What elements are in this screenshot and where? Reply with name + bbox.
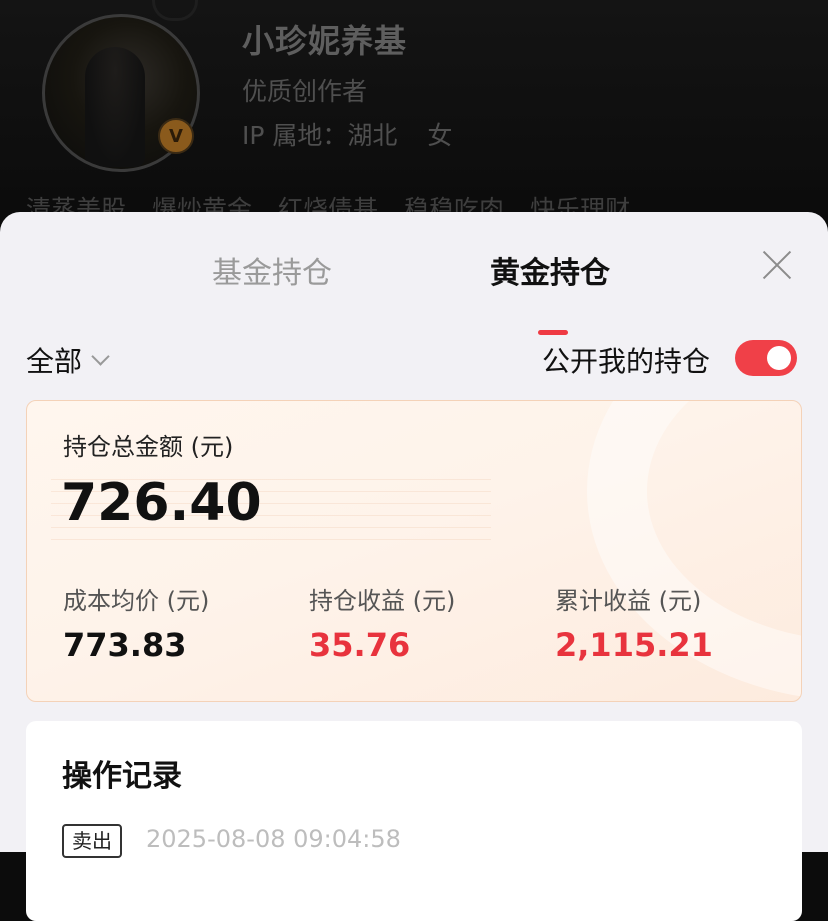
- total-amount-label: 持仓总金额 (元): [63, 433, 234, 461]
- metric-label: 持仓收益 (元): [309, 587, 456, 615]
- metric-label: 累计收益 (元): [555, 587, 702, 615]
- operation-records-card: 操作记录 卖出 2025-08-08 09:04:58: [26, 721, 802, 921]
- filter-label: 全部: [26, 345, 83, 378]
- profile-header: V 小珍妮养基 优质创作者 IP 属地：湖北女 清蒸美股 爆炒黄金 红烧债基 稳…: [0, 0, 828, 230]
- total-amount-value: 726.40: [61, 473, 262, 533]
- metric-value: 35.76: [309, 626, 411, 664]
- public-holdings-label: 公开我的持仓: [542, 345, 711, 378]
- metric-value: 2,115.21: [555, 626, 713, 664]
- filter-dropdown[interactable]: 全部: [26, 340, 110, 380]
- toggle-knob: [767, 346, 791, 370]
- metric-cumulative-profit: 累计收益 (元) 2,115.21: [555, 581, 713, 664]
- holdings-sheet: 基金持仓 黄金持仓 全部 公开我的持仓 持仓总金额 (元) 726.40 成本均…: [0, 212, 828, 921]
- holdings-summary-card: 持仓总金额 (元) 726.40 成本均价 (元) 773.83 持仓收益 (元…: [26, 400, 802, 702]
- close-icon[interactable]: [760, 248, 794, 282]
- metric-value: 773.83: [63, 626, 187, 664]
- record-time: 2025-08-08 09:04:58: [146, 825, 401, 853]
- record-type-badge: 卖出: [62, 824, 122, 858]
- public-holdings-toggle[interactable]: [735, 340, 797, 376]
- verified-badge-icon: V: [158, 118, 194, 154]
- active-tab-indicator: [538, 330, 568, 335]
- ip-location-text: IP 属地：湖北: [242, 121, 398, 150]
- gender-text: 女: [427, 121, 453, 150]
- profile-ip-location: IP 属地：湖北女: [242, 116, 452, 152]
- profile-title: 优质创作者: [242, 77, 368, 106]
- avatar-image: [85, 47, 145, 167]
- tab-fund-holdings[interactable]: 基金持仓: [212, 248, 332, 292]
- metric-average-cost: 成本均价 (元) 773.83: [63, 581, 209, 664]
- chevron-down-icon: [91, 346, 110, 366]
- decoration-doodle: [152, 0, 198, 21]
- metric-label: 成本均价 (元): [63, 587, 210, 615]
- tab-gold-holdings[interactable]: 黄金持仓: [490, 248, 610, 292]
- profile-name: 小珍妮养基: [242, 22, 408, 60]
- metric-holding-profit: 持仓收益 (元) 35.76: [309, 581, 455, 664]
- holdings-tabs: 基金持仓 黄金持仓: [0, 248, 828, 335]
- records-title: 操作记录: [62, 759, 182, 794]
